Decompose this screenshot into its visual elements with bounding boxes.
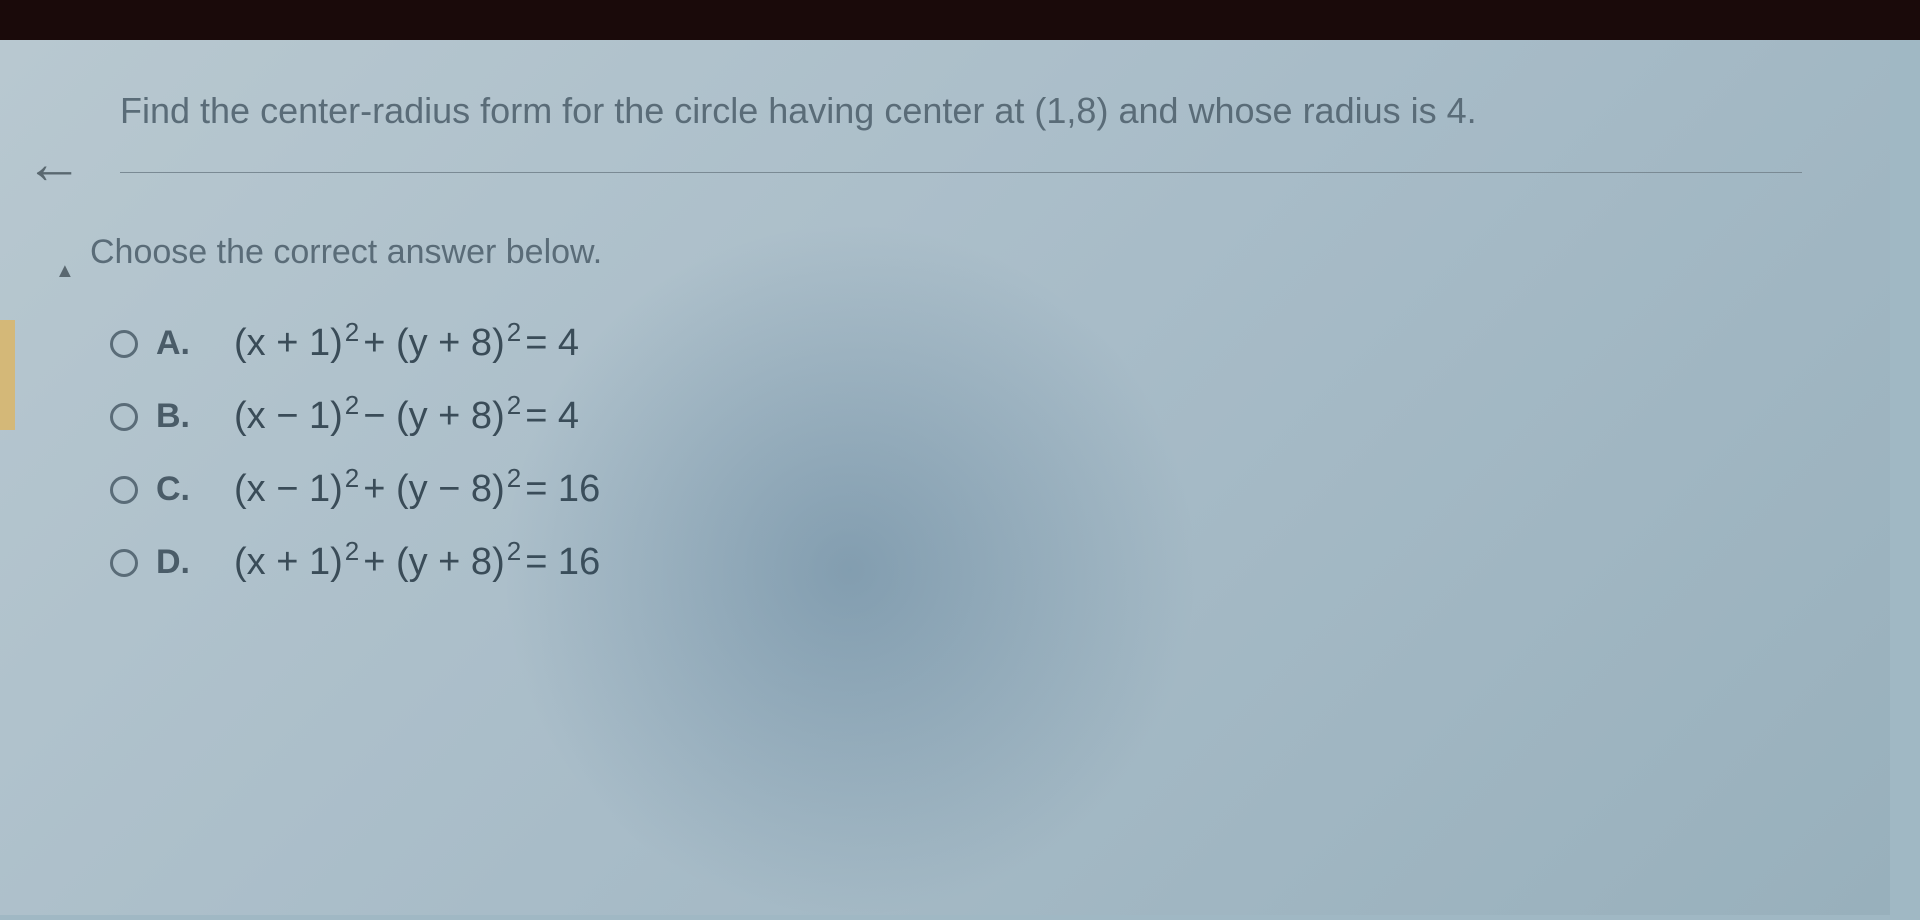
content-area: ← ▲ Find the center-radius form for the … bbox=[0, 40, 1890, 915]
radio-button-a[interactable] bbox=[110, 330, 138, 358]
option-label-a: A. bbox=[156, 324, 196, 363]
radio-button-c[interactable] bbox=[110, 476, 138, 504]
divider-line bbox=[120, 172, 1802, 173]
radio-button-b[interactable] bbox=[110, 403, 138, 431]
equation-b: (x − 1)2 − (y + 8)2 = 4 bbox=[234, 395, 579, 438]
back-arrow-icon[interactable]: ← bbox=[25, 130, 83, 197]
option-a[interactable]: A. (x + 1)2 + (y + 8)2 = 4 bbox=[110, 322, 1890, 365]
top-dark-bar bbox=[0, 0, 1920, 40]
option-d[interactable]: D. (x + 1)2 + (y + 8)2 = 16 bbox=[110, 541, 1890, 584]
equation-d: (x + 1)2 + (y + 8)2 = 16 bbox=[234, 541, 600, 584]
yellow-side-tab bbox=[0, 320, 15, 430]
equation-c: (x − 1)2 + (y − 8)2 = 16 bbox=[234, 468, 600, 511]
radio-button-d[interactable] bbox=[110, 549, 138, 577]
instruction-text: Choose the correct answer below. bbox=[90, 233, 1890, 272]
option-label-c: C. bbox=[156, 470, 196, 509]
option-label-b: B. bbox=[156, 397, 196, 436]
question-text: Find the center-radius form for the circ… bbox=[120, 90, 1890, 132]
equation-a: (x + 1)2 + (y + 8)2 = 4 bbox=[234, 322, 579, 365]
option-c[interactable]: C. (x − 1)2 + (y − 8)2 = 16 bbox=[110, 468, 1890, 511]
scroll-up-icon[interactable]: ▲ bbox=[55, 260, 75, 283]
options-container: A. (x + 1)2 + (y + 8)2 = 4 B. (x − 1)2 −… bbox=[110, 322, 1890, 584]
option-label-d: D. bbox=[156, 543, 196, 582]
option-b[interactable]: B. (x − 1)2 − (y + 8)2 = 4 bbox=[110, 395, 1890, 438]
